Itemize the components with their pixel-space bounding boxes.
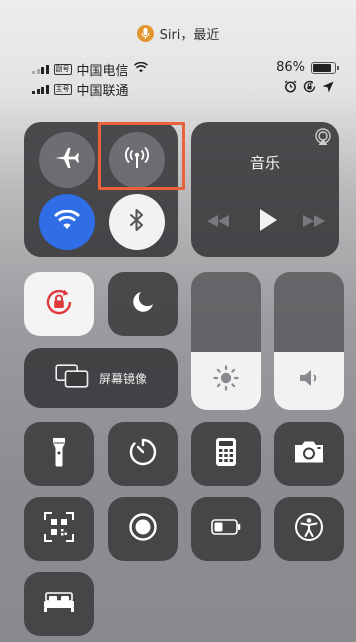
- play-icon[interactable]: [258, 208, 278, 236]
- brightness-slider[interactable]: [191, 272, 261, 410]
- battery-status: 86%: [276, 60, 339, 75]
- battery-icon: [211, 519, 241, 539]
- screen-mirroring-icon: [55, 364, 89, 392]
- screen-mirroring-button[interactable]: 屏幕镜像: [24, 348, 178, 408]
- calculator-button[interactable]: [191, 422, 261, 486]
- carrier-row-1: 副号 中国电信: [32, 60, 148, 79]
- screen-mirroring-label: 屏幕镜像: [98, 371, 147, 386]
- microphone-icon: [136, 24, 154, 42]
- record-icon: [128, 512, 158, 546]
- siri-suggestion[interactable]: Siri，最近: [0, 22, 356, 44]
- signal-strength-icon: [32, 65, 49, 74]
- bed-icon: [43, 591, 75, 617]
- airplay-icon[interactable]: [314, 128, 332, 150]
- sleep-button[interactable]: [24, 572, 94, 636]
- carrier-name: 中国联通: [76, 84, 129, 99]
- accessibility-button[interactable]: [274, 497, 344, 561]
- wifi-toggle[interactable]: [39, 194, 95, 250]
- battery-icon: [311, 61, 339, 74]
- location-icon: [322, 81, 334, 97]
- alarm-icon: [284, 80, 297, 97]
- signal-strength-icon: [32, 85, 49, 94]
- airplane-icon: [54, 147, 80, 173]
- wifi-icon: [54, 209, 80, 234]
- fast-forward-icon[interactable]: [302, 213, 326, 232]
- volume-slider[interactable]: [274, 272, 344, 410]
- bluetooth-toggle[interactable]: [109, 194, 165, 250]
- screen-recording-button[interactable]: [108, 497, 178, 561]
- calculator-icon: [215, 437, 237, 471]
- accessibility-icon: [294, 512, 324, 546]
- rewind-icon[interactable]: [206, 213, 230, 232]
- timer-icon: [128, 437, 158, 471]
- sim-label: 副号: [53, 64, 72, 75]
- qr-scanner-button[interactable]: [24, 497, 94, 561]
- timer-button[interactable]: [108, 422, 178, 486]
- rotation-lock-toggle[interactable]: [24, 272, 94, 336]
- flashlight-button[interactable]: [24, 422, 94, 486]
- sun-icon: [212, 364, 240, 396]
- low-power-mode-button[interactable]: [191, 497, 261, 561]
- flashlight-icon: [52, 437, 66, 471]
- sim-label: 主号: [53, 84, 72, 95]
- rotation-lock-icon: [303, 80, 316, 97]
- qr-code-icon: [44, 512, 74, 546]
- rotation-lock-icon: [44, 287, 74, 321]
- moon-icon: [131, 290, 155, 318]
- status-icons: [284, 80, 334, 97]
- do-not-disturb-toggle[interactable]: [108, 272, 178, 336]
- music-title: 音乐: [249, 154, 280, 172]
- wifi-icon: [133, 61, 148, 77]
- battery-percent: 86%: [276, 60, 305, 75]
- speaker-icon: [298, 367, 320, 393]
- highlight-box: [98, 122, 185, 190]
- carrier-row-2: 主号 中国联通: [32, 80, 129, 99]
- airplane-mode-toggle[interactable]: [39, 132, 95, 188]
- camera-icon: [293, 440, 325, 468]
- bluetooth-icon: [129, 208, 145, 236]
- camera-button[interactable]: [274, 422, 344, 486]
- carrier-name: 中国电信: [76, 64, 129, 79]
- siri-suggestion-text: Siri，最近: [159, 27, 220, 43]
